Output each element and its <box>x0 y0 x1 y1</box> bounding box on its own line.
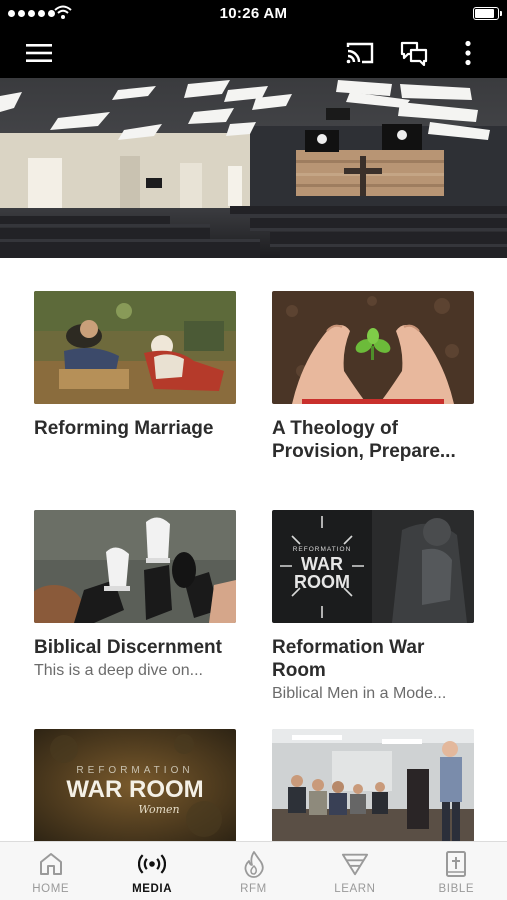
bible-icon <box>442 850 470 878</box>
flame-icon <box>240 850 268 878</box>
media-grid: Reforming Marriage A Theology of Provisi… <box>0 258 507 841</box>
hands-holding-seedling-thumbnail <box>272 291 474 404</box>
status-time: 10:26 AM <box>219 5 288 22</box>
graphic-small-text: REFORMATION <box>76 765 193 776</box>
media-card[interactable]: REFORMATION WAR ROOM Reformation War Roo… <box>272 510 474 705</box>
media-card[interactable]: A Theology of Provision, Prepare... <box>272 291 474 463</box>
more-vertical-icon[interactable] <box>451 36 485 70</box>
status-bar: 10:26 AM <box>0 0 507 28</box>
logo-line1-text: WAR <box>301 554 343 574</box>
media-card-subtitle: This is a deep dive on... <box>34 662 203 679</box>
cast-icon[interactable] <box>343 36 377 70</box>
media-card-title: Reformation War Room <box>272 637 425 681</box>
war-room-women-thumbnail: REFORMATION WAR ROOM Women <box>34 729 236 841</box>
tab-bible[interactable]: BIBLE <box>406 842 507 900</box>
bottom-tab-bar: HOME MEDIA RFM LEARN BIBLE <box>0 841 507 900</box>
media-card-subtitle: Biblical Men in a Mode... <box>272 685 447 702</box>
graphic-main-text: WAR ROOM <box>66 776 203 803</box>
war-room-armor-thumbnail: REFORMATION WAR ROOM <box>272 510 474 623</box>
media-card[interactable] <box>272 729 474 841</box>
tab-home[interactable]: HOME <box>0 842 101 900</box>
tab-learn[interactable]: LEARN <box>304 842 405 900</box>
tab-label: HOME <box>32 883 70 895</box>
hamburger-menu-icon[interactable] <box>22 36 56 70</box>
broadcast-icon <box>138 850 167 878</box>
church-sanctuary-photo <box>0 78 507 258</box>
app-header <box>0 28 507 78</box>
media-card[interactable]: REFORMATION WAR ROOM Women <box>34 729 236 841</box>
funnel-icon <box>341 850 369 878</box>
graphic-script-text: Women <box>138 803 179 816</box>
battery-icon <box>473 7 502 20</box>
logo-small-text: REFORMATION <box>293 546 352 553</box>
tab-label: LEARN <box>334 883 376 895</box>
tab-media[interactable]: MEDIA <box>101 842 202 900</box>
media-card[interactable]: Reforming Marriage <box>34 291 236 440</box>
media-card-title: A Theology of Provision, Prepare... <box>272 418 456 462</box>
home-icon <box>37 850 65 878</box>
tab-label: MEDIA <box>132 883 173 895</box>
media-card-title: Reforming Marriage <box>34 418 214 439</box>
media-card-title: Biblical Discernment <box>34 637 222 658</box>
hero-banner-image <box>0 78 507 258</box>
chat-bubbles-icon[interactable] <box>397 36 431 70</box>
painting-sleeping-couple-thumbnail <box>34 291 236 404</box>
media-card[interactable]: Biblical Discernment This is a deep dive… <box>34 510 236 682</box>
tab-label: RFM <box>240 883 267 895</box>
tab-label: BIBLE <box>438 883 475 895</box>
tab-rfm[interactable]: RFM <box>203 842 304 900</box>
sneakers-over-ledge-thumbnail <box>34 510 236 623</box>
speaker-classroom-thumbnail <box>272 729 474 841</box>
logo-line2-text: ROOM <box>294 572 350 592</box>
